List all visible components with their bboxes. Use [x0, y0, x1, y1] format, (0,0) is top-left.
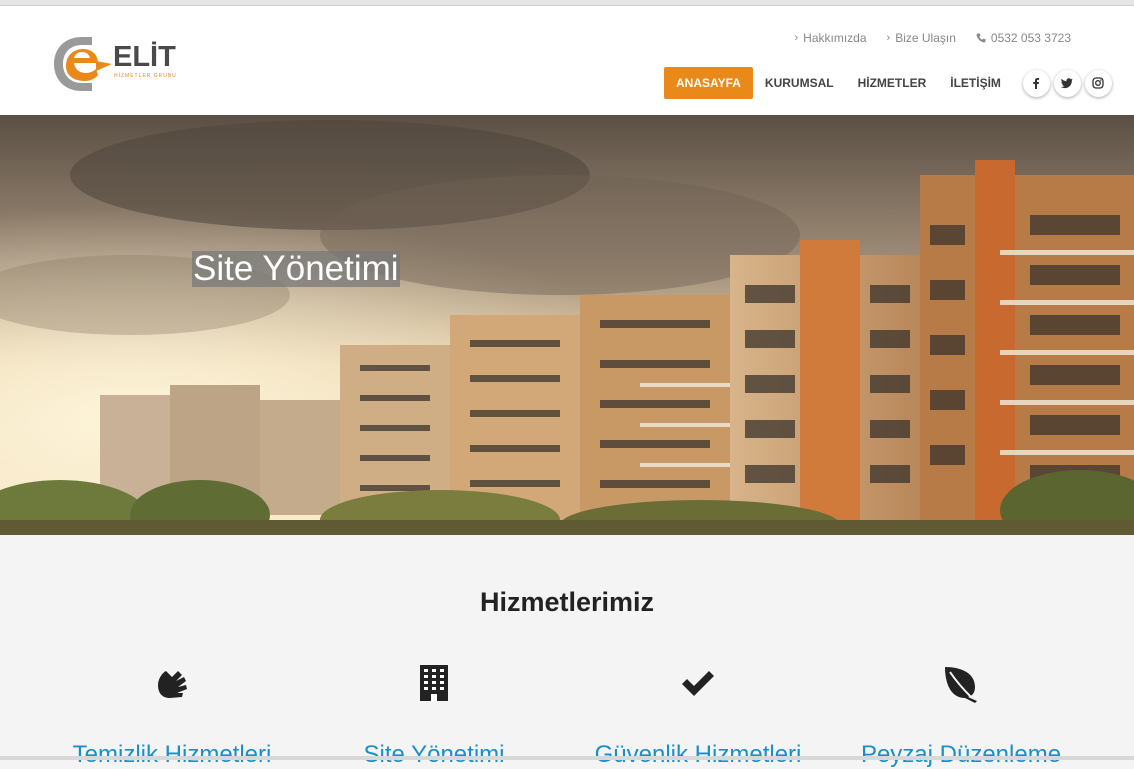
service-landscaping[interactable]: Peyzaj Düzenleme — [831, 663, 1091, 768]
brand-logo[interactable]: ELİT HİZMETLER GRUBU — [52, 33, 182, 97]
building-icon — [420, 665, 448, 701]
toplink-phone[interactable]: 0532 053 3723 — [976, 31, 1071, 45]
nav-item-contact[interactable]: İLETİŞİM — [938, 67, 1013, 99]
service-label[interactable]: Peyzaj Düzenleme — [831, 741, 1091, 769]
toplink-label: Hakkımızda — [803, 31, 867, 45]
service-cleaning[interactable]: Temizlik Hizmetleri — [42, 663, 302, 768]
toplink-label: Bize Ulaşın — [895, 31, 956, 45]
main-nav: ANASAYFA KURUMSAL HİZMETLER İLETİŞİM — [664, 67, 1112, 99]
nav-item-home[interactable]: ANASAYFA — [664, 67, 753, 99]
brand-subtitle: HİZMETLER GRUBU — [114, 73, 177, 79]
logo-e-icon — [54, 37, 112, 91]
hero-buildings-image — [0, 115, 1134, 535]
toplink-label: 0532 053 3723 — [990, 31, 1071, 45]
hands-icon — [158, 671, 187, 698]
services-heading: Hizmetlerimiz — [479, 587, 655, 617]
service-label[interactable]: Site Yönetimi — [304, 741, 564, 769]
service-label[interactable]: Temizlik Hizmetleri — [42, 741, 302, 769]
twitter-icon[interactable] — [1053, 69, 1081, 97]
check-icon — [682, 671, 714, 696]
phone-icon — [976, 33, 986, 43]
leaf-icon — [945, 667, 977, 703]
browser-frame-bottom — [0, 756, 1134, 760]
nav-item-services[interactable]: HİZMETLER — [846, 67, 939, 99]
chevron-right-icon: › — [886, 32, 891, 44]
nav-item-corporate[interactable]: KURUMSAL — [753, 67, 846, 99]
brand-name: ELİT — [113, 41, 176, 73]
social-links — [1022, 69, 1112, 97]
service-label[interactable]: Güvenlik Hizmetleri — [568, 741, 828, 769]
services-section: Hizmetlerimiz Temizlik Hizmetleri Site Y… — [0, 535, 1134, 768]
instagram-icon[interactable] — [1084, 69, 1112, 97]
toplink-contact[interactable]: › Bize Ulaşın — [887, 31, 956, 45]
hero-banner: Site Yönetimi — [0, 115, 1134, 535]
service-security[interactable]: Güvenlik Hizmetleri — [568, 663, 828, 768]
service-site-management[interactable]: Site Yönetimi — [304, 663, 564, 768]
chevron-right-icon: › — [794, 32, 799, 44]
hero-title: Site Yönetimi — [192, 249, 400, 288]
top-links: › Hakkımızda › Bize Ulaşın 0532 053 3723 — [795, 31, 1072, 45]
site-header: ELİT HİZMETLER GRUBU › Hakkımızda › Bize… — [0, 6, 1134, 115]
facebook-icon[interactable] — [1022, 69, 1050, 97]
toplink-about[interactable]: › Hakkımızda — [795, 31, 867, 45]
